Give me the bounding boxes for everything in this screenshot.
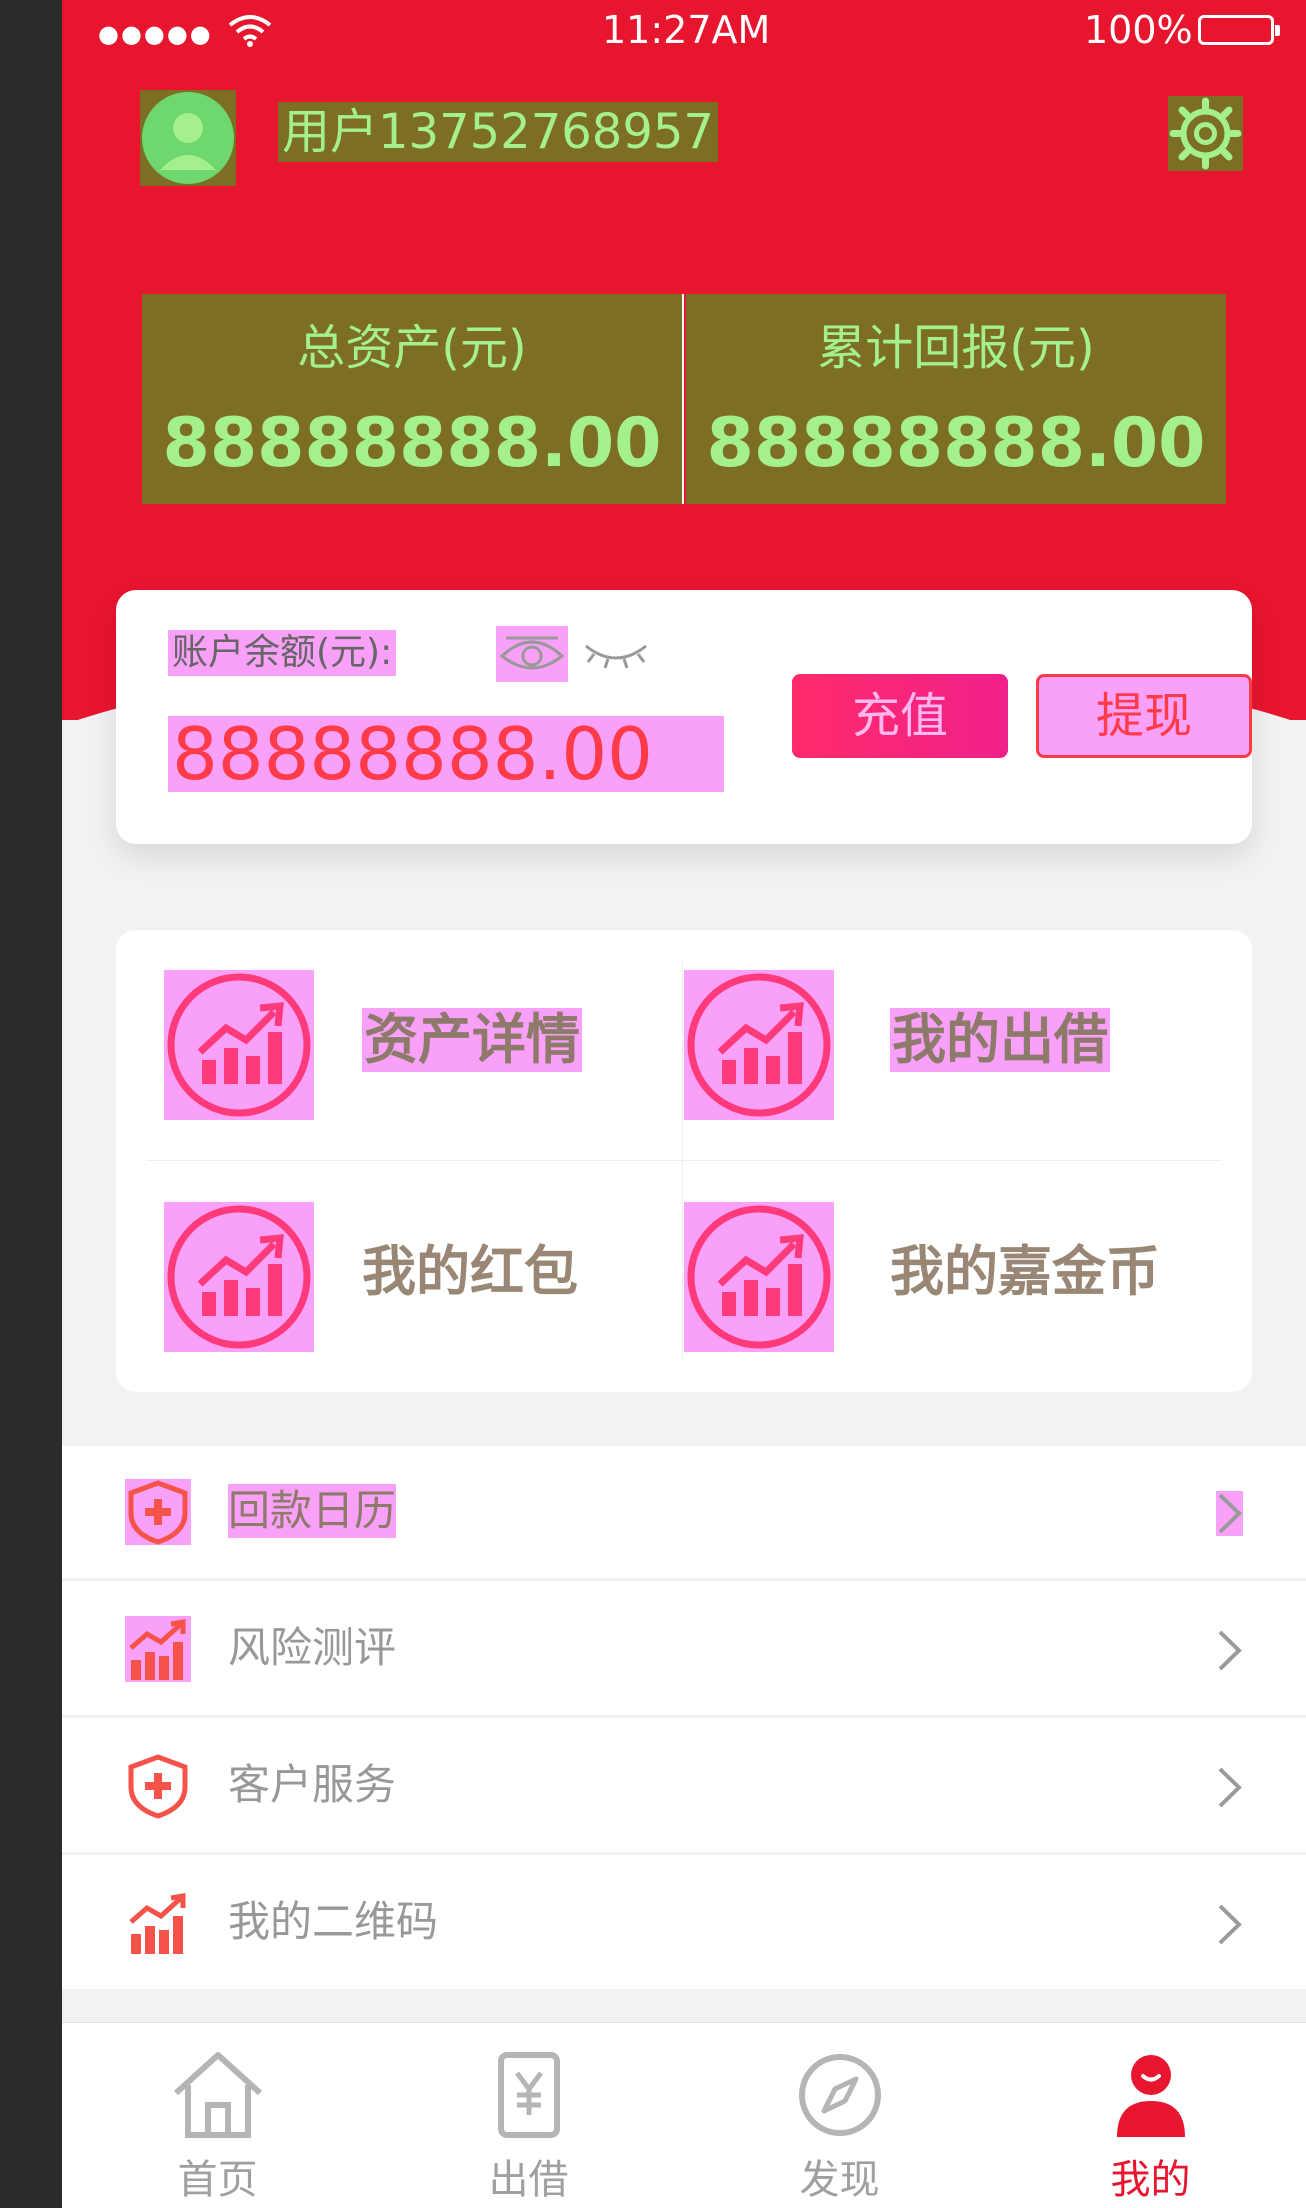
chevron-right-icon (1216, 1902, 1243, 1947)
battery-percent: 100% (1084, 8, 1193, 52)
battery-icon (1198, 15, 1280, 45)
user-icon (1117, 2055, 1185, 2137)
grid-label: 我的嘉金币 (890, 1240, 1160, 1303)
total-assets-value: 88888888.00 (162, 404, 662, 483)
shield-plus-icon (125, 1753, 191, 1819)
chevron-right-icon (1216, 1491, 1243, 1536)
grid-label: 我的出借 (890, 1008, 1110, 1072)
shield-plus-icon (125, 1479, 191, 1545)
list-item-repayment-calendar[interactable]: 回款日历 (62, 1446, 1306, 1581)
chevron-right-icon (1216, 1628, 1243, 1673)
grid-label: 我的红包 (362, 1240, 578, 1303)
chart-up-icon (164, 1202, 314, 1352)
gear-icon (1169, 97, 1242, 170)
grid-label: 资产详情 (362, 1008, 582, 1072)
show-balance-toggle[interactable] (496, 626, 568, 682)
withdraw-button[interactable]: 提现 (1036, 674, 1252, 758)
tab-bar: 首页 出借 发现 我的 (62, 2022, 1306, 2208)
grid-item-coins[interactable]: 我的嘉金币 (682, 1162, 1222, 1362)
tab-lend[interactable]: 出借 (373, 2023, 684, 2208)
grid-item-red-packet[interactable]: 我的红包 (116, 1162, 656, 1362)
tab-discover[interactable]: 发现 (684, 2023, 995, 2208)
list-item-qr-code[interactable]: 我的二维码 (62, 1857, 1306, 1992)
menu-list: 回款日历 风险测评 客户服务 我的二维码 (62, 1446, 1306, 1992)
list-item-label: 风险测评 (228, 1623, 397, 1672)
card-divider (682, 294, 684, 504)
chart-up-icon (125, 1890, 191, 1956)
total-return-card[interactable]: 累计回报(元) 88888888.00 (686, 294, 1226, 504)
chevron-right-icon (1216, 1765, 1243, 1810)
list-item-customer-service[interactable]: 客户服务 (62, 1720, 1306, 1855)
avatar[interactable] (140, 90, 236, 186)
phone-screen: ●●●●● 11:27AM 100% 用户13752768957 总资产(元) … (62, 0, 1306, 2208)
balance-value: 88888888.00 (168, 716, 724, 792)
total-return-value: 88888888.00 (706, 404, 1206, 483)
status-bar: ●●●●● 11:27AM 100% (62, 0, 1306, 60)
chart-up-icon (125, 1616, 191, 1682)
clock: 11:27AM (602, 8, 771, 52)
user-avatar-icon (142, 92, 234, 184)
compass-icon (799, 2054, 881, 2136)
list-item-label: 客户服务 (228, 1760, 397, 1809)
list-item-label: 回款日历 (228, 1484, 397, 1538)
list-item-label: 我的二维码 (228, 1897, 439, 1946)
chart-up-icon (684, 970, 834, 1120)
yuan-doc-icon (498, 2052, 560, 2138)
left-strip (0, 0, 62, 2208)
grid-divider-horizontal (146, 1160, 1222, 1161)
home-icon (173, 2052, 263, 2138)
hide-balance-toggle[interactable] (580, 628, 652, 678)
total-assets-card[interactable]: 总资产(元) 88888888.00 (142, 294, 682, 504)
tab-label: 我的 (1110, 2157, 1191, 2203)
settings-button[interactable] (1168, 96, 1243, 171)
tab-home[interactable]: 首页 (62, 2023, 373, 2208)
tab-label: 出借 (488, 2157, 569, 2203)
chart-up-icon (164, 970, 314, 1120)
balance-card: 账户余额(元): 88888888.00 充值 提现 (116, 590, 1252, 844)
feature-grid: 资产详情 我的出借 我的红包 我的嘉金币 (116, 930, 1252, 1392)
tab-label: 发现 (799, 2157, 880, 2203)
total-assets-label: 总资产(元) (297, 320, 527, 376)
signal-strength: ●●●●● (98, 20, 213, 48)
wifi-icon (228, 15, 272, 47)
username: 用户13752768957 (278, 102, 718, 162)
tab-mine[interactable]: 我的 (995, 2023, 1306, 2208)
eye-open-icon (499, 636, 565, 670)
balance-label: 账户余额(元): (168, 630, 397, 676)
eye-closed-icon (585, 644, 647, 669)
grid-item-my-lending[interactable]: 我的出借 (682, 930, 1222, 1130)
total-return-label: 累计回报(元) (817, 320, 1095, 376)
tab-label: 首页 (177, 2157, 258, 2203)
chart-up-icon (684, 1202, 834, 1352)
list-item-risk-assessment[interactable]: 风险测评 (62, 1583, 1306, 1718)
grid-item-asset-detail[interactable]: 资产详情 (116, 930, 656, 1130)
recharge-button[interactable]: 充值 (792, 674, 1008, 758)
